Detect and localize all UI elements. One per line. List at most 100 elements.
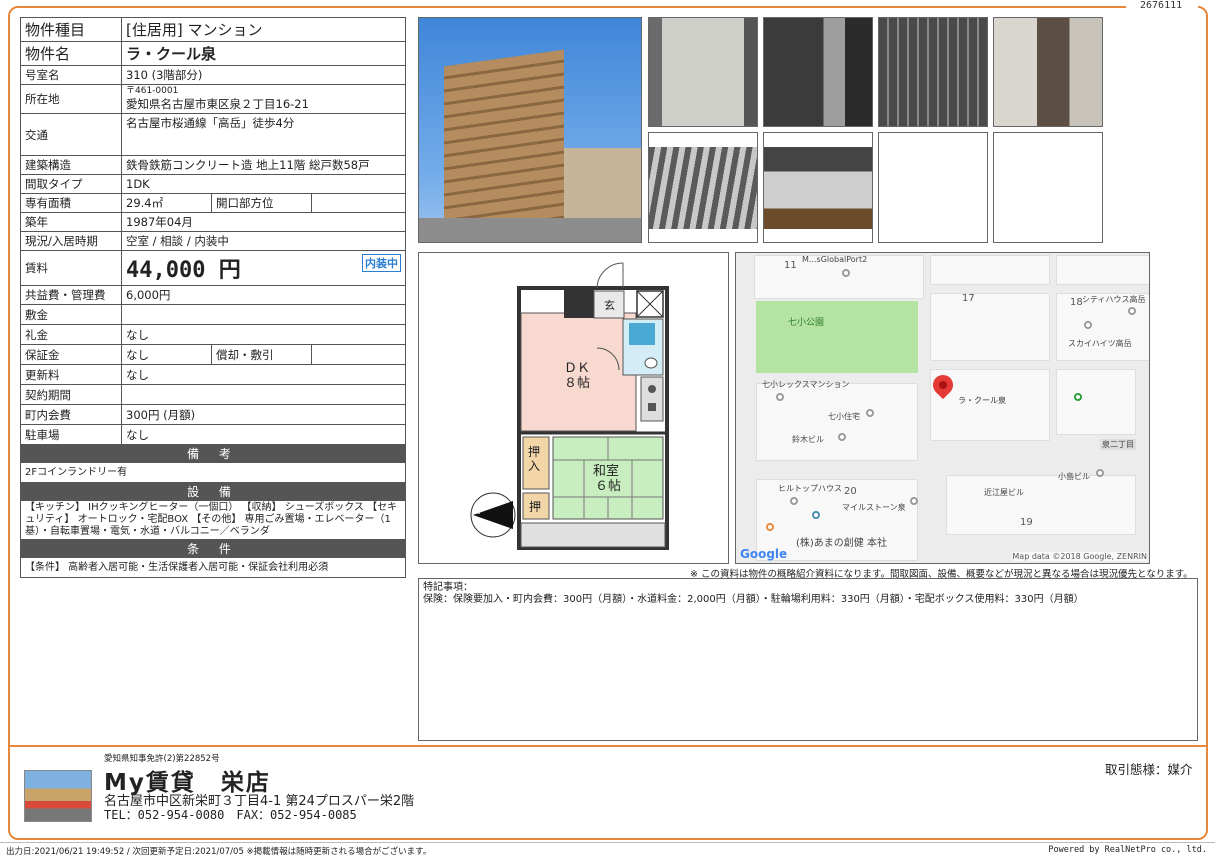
area-label: 専有面積 — [20, 193, 122, 213]
floor-plan[interactable]: 玄 ＤＫ ８帖 和室 ６帖 押入 押 N — [418, 252, 729, 564]
map-copyright: Map data ©2018 Google, ZENRIN — [1012, 552, 1147, 561]
structure-label: 建築構造 — [20, 155, 122, 175]
thumbnail-laundry-photo[interactable] — [763, 132, 873, 243]
map-label: ヒルトップハウス — [778, 484, 842, 493]
document-number: 2676111 — [1140, 0, 1183, 11]
location-map[interactable]: 11 17 18 20 19 M...sGlobalPort2 七小公園 シティ… — [735, 252, 1150, 564]
map-poi-icon[interactable] — [1096, 469, 1104, 477]
room-label: 号室名 — [20, 65, 122, 85]
map-label: 小島ビル — [1058, 472, 1090, 481]
name-label: 物件名 — [20, 41, 122, 66]
thumbnail-mailbox-photo[interactable] — [878, 17, 988, 127]
map-poi-icon[interactable] — [910, 497, 918, 505]
direction-label: 開口部方位 — [211, 193, 312, 213]
amort-label: 償却・敷引 — [211, 344, 312, 365]
thumbnail-bicycle-parking-photo[interactable] — [648, 132, 758, 243]
atm-icon[interactable] — [1074, 393, 1082, 401]
type-label: 物件種目 — [20, 17, 122, 42]
conditions-text: 【条件】 高齢者入居可能・生活保護者入居可能・保証会社利用必須 — [20, 557, 406, 578]
contract-value — [121, 384, 406, 405]
area-value: 29.4㎡ — [121, 193, 212, 213]
agent-phone: TEL：052-954-0080 FAX：052-954-0085 — [104, 808, 357, 822]
map-block-number: 19 — [1020, 517, 1033, 528]
map-poi-icon[interactable] — [812, 511, 820, 519]
property-info-table: 物件種目 [住居用] マンション 物件名 ラ・クール泉 号室名 310 (3階部分) … — [20, 17, 406, 578]
renewal-value: なし — [121, 364, 406, 385]
transaction-type: 取引態様：媒介 — [1105, 762, 1193, 777]
fee-label: 共益費・管理費 — [20, 285, 122, 305]
map-label: 近江屋ビル — [984, 488, 1024, 497]
thumbnail-entrance-photo[interactable] — [648, 17, 758, 127]
layout-label: 間取タイプ — [20, 174, 122, 194]
conditions-header: 条 件 — [20, 539, 406, 558]
map-poi-icon[interactable] — [866, 409, 874, 417]
map-label: スカイハイツ高岳 — [1068, 339, 1132, 348]
map-label: マイルストーン泉 — [842, 503, 906, 512]
equipment-text: 【キッチン】 IHクッキングヒーター（一個口） 【収納】 シューズボックス 【セ… — [20, 500, 406, 540]
rent-value: 44,000 円 — [126, 258, 241, 283]
thumbnail-empty-slot — [993, 132, 1103, 243]
interior-badge: 内装中 — [362, 254, 401, 272]
deposit-label: 敷金 — [20, 304, 122, 325]
map-poi-icon[interactable] — [1128, 307, 1136, 315]
postal-code: 〒461-0001 — [126, 86, 179, 96]
parking-label: 駐車場 — [20, 424, 122, 445]
fee-value: 6,000円 — [121, 285, 406, 305]
type-value: [住居用] マンション — [121, 17, 406, 42]
guarantee-label: 保証金 — [20, 344, 122, 365]
dk-size-label: ８帖 — [564, 376, 591, 391]
keymoney-label: 礼金 — [20, 324, 122, 345]
map-label: (株)あまの創健 本社 — [796, 538, 887, 549]
keymoney-value: なし — [121, 324, 406, 345]
location-value: 〒461-0001 愛知県名古屋市東区泉２丁目16-21 — [121, 84, 406, 114]
map-block-number: 17 — [962, 293, 975, 304]
parking-value: なし — [121, 424, 406, 445]
map-poi-icon[interactable] — [842, 269, 850, 277]
community-value: 300円 (月額) — [121, 404, 406, 425]
status-value: 空室 / 相談 / 内装中 — [121, 231, 406, 251]
entrance-label: 玄 — [604, 299, 615, 312]
building-exterior-photo[interactable] — [418, 17, 642, 243]
transit-value: 名古屋市桜通線「高岳」徒歩4分 — [121, 113, 406, 156]
community-label: 町内会費 — [20, 404, 122, 425]
map-block-number: 11 — [784, 260, 797, 271]
built-value: 1987年04月 — [121, 212, 406, 232]
floor-plan-drawing — [470, 262, 669, 550]
map-label: 泉二丁目 — [1100, 439, 1136, 450]
remarks-header: 備 考 — [20, 444, 406, 463]
thumbnail-lobby-photo[interactable] — [763, 17, 873, 127]
special-notes-text: 保険：保険要加入・町内会費：300円（月額）・水道料金：2,000円（月額）・駐… — [423, 594, 1084, 605]
thumbnail-empty-slot — [878, 132, 988, 243]
compass-north-label: N — [475, 508, 481, 516]
contract-label: 契約期間 — [20, 384, 122, 405]
built-label: 築年 — [20, 212, 122, 232]
map-poi-icon[interactable] — [838, 433, 846, 441]
amort-value — [311, 344, 406, 365]
layout-value: 1DK — [121, 174, 406, 194]
park-area — [756, 301, 918, 373]
map-label: 七小住宅 — [828, 412, 860, 421]
map-block-number: 18 — [1070, 297, 1083, 308]
output-footer: 出力日:2021/06/21 19:49:52 / 次回更新予定日:2021/0… — [0, 842, 1215, 860]
map-poi-icon[interactable] — [776, 393, 784, 401]
renewal-label: 更新料 — [20, 364, 122, 385]
map-block-number: 20 — [844, 486, 857, 497]
structure-value: 鉄骨鉄筋コンクリート造 地上11階 総戸数58戸 — [121, 155, 406, 175]
rent-cell: 44,000 円 内装中 — [121, 250, 406, 286]
transit-label: 交通 — [20, 113, 122, 156]
restaurant-icon[interactable] — [766, 523, 774, 531]
equipment-header: 設 備 — [20, 482, 406, 501]
map-poi-icon[interactable] — [1084, 321, 1092, 329]
closet-small-label: 押 — [529, 500, 542, 514]
map-poi-icon[interactable] — [790, 497, 798, 505]
remarks-text: 2Fコインランドリー有 — [20, 462, 406, 483]
direction-value — [311, 193, 406, 213]
closet-label: 押入 — [528, 445, 541, 473]
status-label: 現況/入居時期 — [20, 231, 122, 251]
guarantee-value: なし — [121, 344, 212, 365]
powered-by-text: Powered by RealNetPro co., ltd. — [1048, 845, 1207, 855]
name-value: ラ・クール泉 — [121, 41, 406, 66]
map-label: シティハウス高岳 — [1082, 295, 1146, 304]
thumbnail-delivery-box-photo[interactable] — [993, 17, 1103, 127]
output-date-text: 出力日:2021/06/21 19:49:52 / 次回更新予定日:2021/0… — [6, 847, 432, 857]
